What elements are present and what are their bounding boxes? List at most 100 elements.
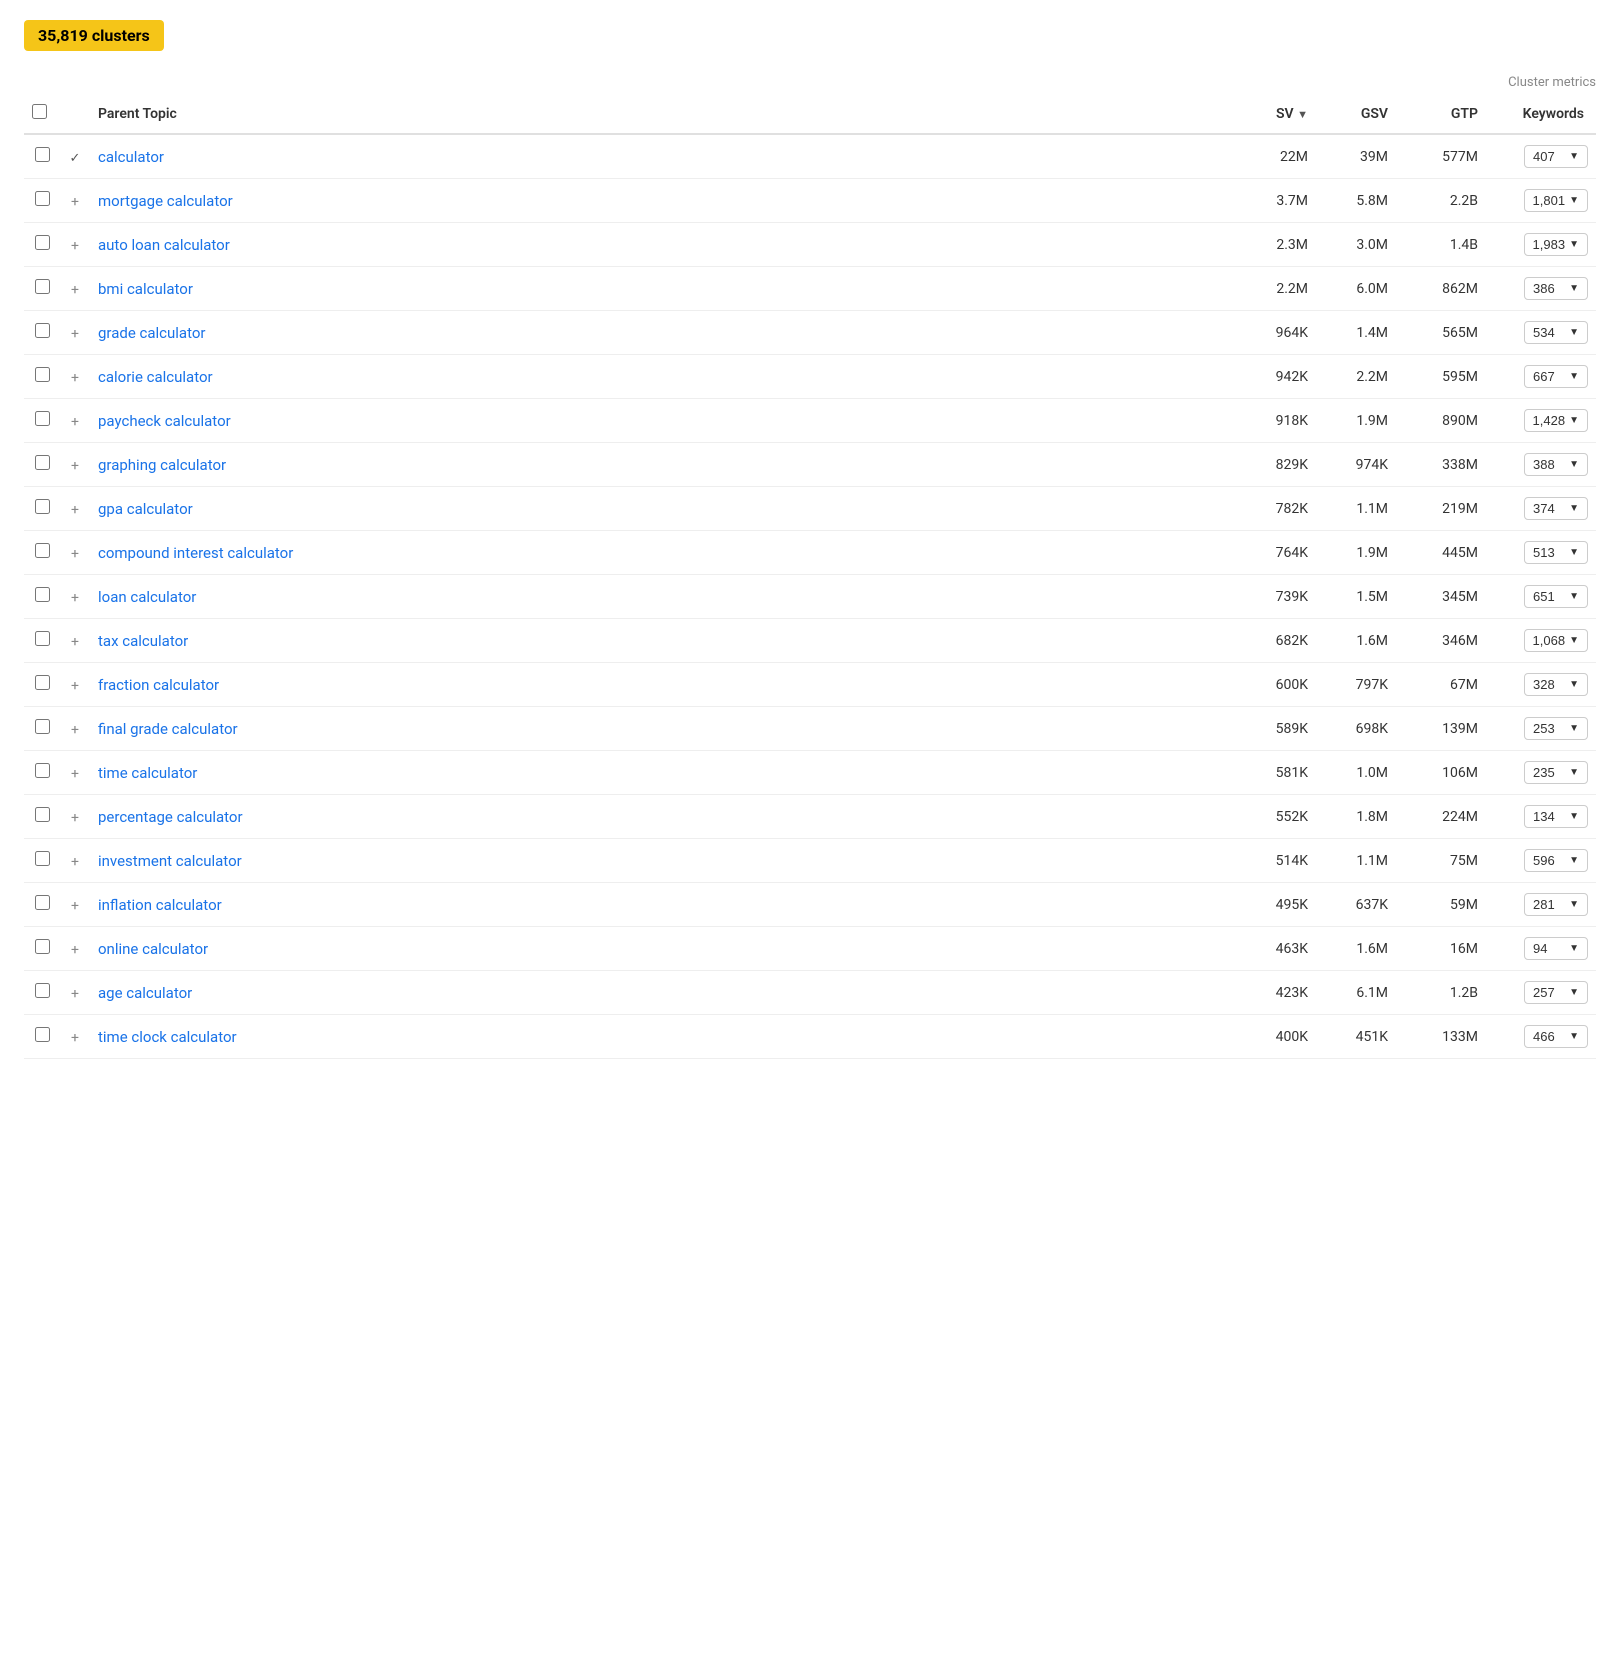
row-checkbox[interactable] xyxy=(35,1027,50,1042)
keywords-dropdown-button[interactable]: 534▼ xyxy=(1524,321,1588,344)
topic-link[interactable]: auto loan calculator xyxy=(98,236,230,254)
row-checkbox-cell[interactable] xyxy=(24,927,60,971)
row-expand-cell[interactable]: + xyxy=(60,663,90,707)
topic-link[interactable]: time clock calculator xyxy=(98,1028,237,1046)
row-expand-cell[interactable]: + xyxy=(60,575,90,619)
keywords-dropdown-button[interactable]: 281▼ xyxy=(1524,893,1588,916)
row-checkbox-cell[interactable] xyxy=(24,751,60,795)
keywords-dropdown-button[interactable]: 651▼ xyxy=(1524,585,1588,608)
row-expand-cell[interactable]: + xyxy=(60,707,90,751)
row-checkbox[interactable] xyxy=(35,323,50,338)
row-checkbox[interactable] xyxy=(35,191,50,206)
keywords-dropdown-button[interactable]: 253▼ xyxy=(1524,717,1588,740)
row-expand-cell[interactable]: + xyxy=(60,839,90,883)
row-checkbox[interactable] xyxy=(35,851,50,866)
row-checkbox[interactable] xyxy=(35,235,50,250)
row-expand-cell[interactable]: + xyxy=(60,443,90,487)
row-checkbox-cell[interactable] xyxy=(24,399,60,443)
topic-link[interactable]: fraction calculator xyxy=(98,676,219,694)
keywords-dropdown-button[interactable]: 407▼ xyxy=(1524,145,1588,168)
row-checkbox-cell[interactable] xyxy=(24,487,60,531)
keywords-dropdown-button[interactable]: 94▼ xyxy=(1524,937,1588,960)
select-all-checkbox[interactable] xyxy=(32,104,47,119)
keywords-dropdown-button[interactable]: 466▼ xyxy=(1524,1025,1588,1048)
row-checkbox-cell[interactable] xyxy=(24,531,60,575)
keywords-dropdown-button[interactable]: 386▼ xyxy=(1524,277,1588,300)
sv-header[interactable]: SV ▼ xyxy=(1226,94,1316,134)
row-expand-cell[interactable]: + xyxy=(60,355,90,399)
row-expand-cell[interactable]: + xyxy=(60,971,90,1015)
row-expand-cell[interactable]: + xyxy=(60,795,90,839)
row-expand-cell[interactable]: + xyxy=(60,927,90,971)
row-checkbox[interactable] xyxy=(35,587,50,602)
keywords-dropdown-button[interactable]: 134▼ xyxy=(1524,805,1588,828)
topic-link[interactable]: bmi calculator xyxy=(98,280,193,298)
row-checkbox-cell[interactable] xyxy=(24,619,60,663)
keywords-dropdown-button[interactable]: 1,068▼ xyxy=(1524,629,1588,652)
topic-link[interactable]: mortgage calculator xyxy=(98,192,233,210)
row-checkbox-cell[interactable] xyxy=(24,355,60,399)
keywords-dropdown-button[interactable]: 328▼ xyxy=(1524,673,1588,696)
row-checkbox[interactable] xyxy=(35,455,50,470)
keywords-dropdown-button[interactable]: 257▼ xyxy=(1524,981,1588,1004)
topic-link[interactable]: final grade calculator xyxy=(98,720,238,738)
topic-link[interactable]: time calculator xyxy=(98,764,197,782)
row-expand-cell[interactable]: + xyxy=(60,179,90,223)
keywords-dropdown-button[interactable]: 596▼ xyxy=(1524,849,1588,872)
row-checkbox-cell[interactable] xyxy=(24,223,60,267)
topic-link[interactable]: tax calculator xyxy=(98,632,188,650)
row-expand-cell[interactable]: + xyxy=(60,1015,90,1059)
topic-link[interactable]: online calculator xyxy=(98,940,208,958)
row-expand-cell[interactable]: + xyxy=(60,883,90,927)
row-checkbox-cell[interactable] xyxy=(24,179,60,223)
row-checkbox[interactable] xyxy=(35,367,50,382)
topic-link[interactable]: grade calculator xyxy=(98,324,206,342)
row-checkbox[interactable] xyxy=(35,719,50,734)
topic-link[interactable]: paycheck calculator xyxy=(98,412,231,430)
select-all-header[interactable] xyxy=(24,94,60,134)
row-checkbox-cell[interactable] xyxy=(24,575,60,619)
row-checkbox-cell[interactable] xyxy=(24,971,60,1015)
row-expand-cell[interactable]: + xyxy=(60,223,90,267)
row-checkbox-cell[interactable] xyxy=(24,839,60,883)
topic-link[interactable]: loan calculator xyxy=(98,588,196,606)
row-checkbox[interactable] xyxy=(35,147,50,162)
topic-link[interactable]: percentage calculator xyxy=(98,808,243,826)
keywords-dropdown-button[interactable]: 667▼ xyxy=(1524,365,1588,388)
row-checkbox[interactable] xyxy=(35,279,50,294)
row-expand-cell[interactable]: + xyxy=(60,619,90,663)
topic-link[interactable]: compound interest calculator xyxy=(98,544,293,562)
topic-link[interactable]: gpa calculator xyxy=(98,500,193,518)
row-expand-cell[interactable]: ✓ xyxy=(60,134,90,179)
row-checkbox-cell[interactable] xyxy=(24,134,60,179)
row-checkbox[interactable] xyxy=(35,807,50,822)
row-checkbox[interactable] xyxy=(35,895,50,910)
keywords-dropdown-button[interactable]: 235▼ xyxy=(1524,761,1588,784)
row-checkbox-cell[interactable] xyxy=(24,311,60,355)
row-checkbox-cell[interactable] xyxy=(24,883,60,927)
row-expand-cell[interactable]: + xyxy=(60,531,90,575)
keywords-dropdown-button[interactable]: 1,983▼ xyxy=(1524,233,1588,256)
row-checkbox-cell[interactable] xyxy=(24,1015,60,1059)
row-checkbox[interactable] xyxy=(35,939,50,954)
row-checkbox[interactable] xyxy=(35,983,50,998)
row-checkbox-cell[interactable] xyxy=(24,795,60,839)
row-expand-cell[interactable]: + xyxy=(60,399,90,443)
keywords-dropdown-button[interactable]: 1,801▼ xyxy=(1524,189,1588,212)
row-checkbox-cell[interactable] xyxy=(24,707,60,751)
topic-link[interactable]: graphing calculator xyxy=(98,456,226,474)
keywords-dropdown-button[interactable]: 388▼ xyxy=(1524,453,1588,476)
topic-link[interactable]: calculator xyxy=(98,148,164,166)
keywords-dropdown-button[interactable]: 1,428▼ xyxy=(1524,409,1588,432)
keywords-dropdown-button[interactable]: 513▼ xyxy=(1524,541,1588,564)
row-expand-cell[interactable]: + xyxy=(60,311,90,355)
row-checkbox[interactable] xyxy=(35,763,50,778)
row-expand-cell[interactable]: + xyxy=(60,487,90,531)
row-expand-cell[interactable]: + xyxy=(60,267,90,311)
row-checkbox[interactable] xyxy=(35,675,50,690)
row-checkbox-cell[interactable] xyxy=(24,267,60,311)
topic-link[interactable]: inflation calculator xyxy=(98,896,222,914)
row-checkbox[interactable] xyxy=(35,543,50,558)
topic-link[interactable]: age calculator xyxy=(98,984,192,1002)
row-checkbox[interactable] xyxy=(35,411,50,426)
